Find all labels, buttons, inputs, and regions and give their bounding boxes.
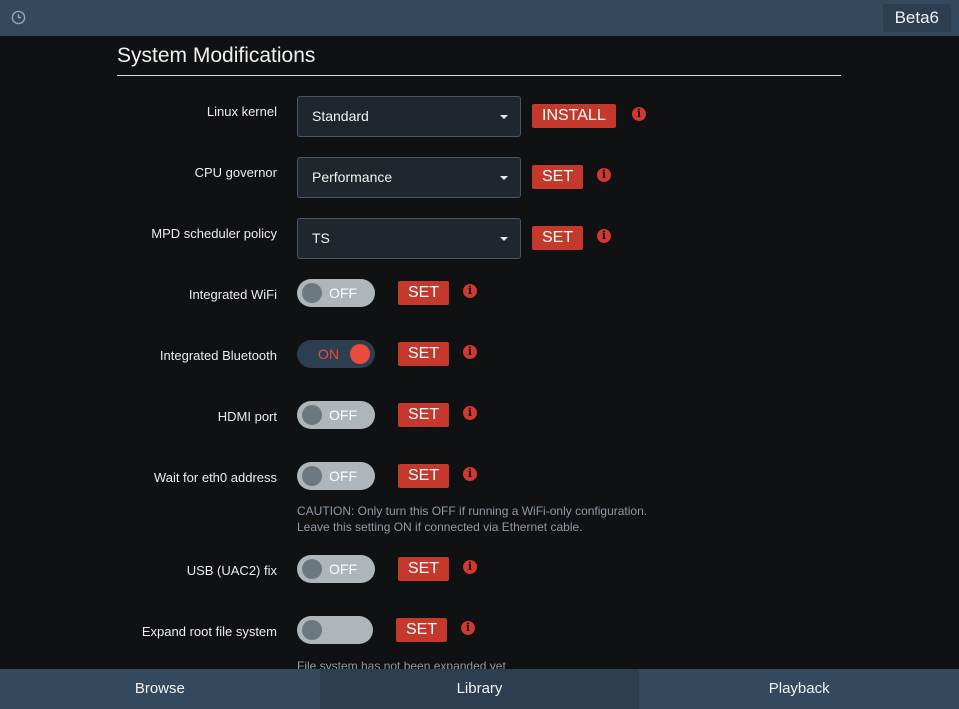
cpu-governor-value: Performance <box>312 169 393 185</box>
set-hdmi-button[interactable]: SET <box>398 403 450 427</box>
info-icon[interactable]: i <box>463 560 477 574</box>
usb-fix-toggle[interactable]: OFF <box>297 555 375 583</box>
toggle-state: OFF <box>329 407 357 423</box>
toggle-knob <box>302 466 322 486</box>
expand-fs-label: Expand root file system <box>141 624 277 639</box>
toggle-state: OFF <box>329 285 357 301</box>
bluetooth-label: Integrated Bluetooth <box>159 348 277 363</box>
toggle-state: OFF <box>329 561 357 577</box>
info-icon[interactable]: i <box>597 168 611 182</box>
clock-icon[interactable] <box>11 10 26 25</box>
eth0-caution-line1: CAUTION: Only turn this OFF if running a… <box>297 504 648 518</box>
info-icon[interactable]: i <box>463 345 477 359</box>
chevron-down-icon <box>500 237 508 241</box>
toggle-knob <box>350 344 370 364</box>
cpu-governor-select[interactable]: Performance <box>297 157 521 198</box>
eth0-label: Wait for eth0 address <box>153 470 277 485</box>
info-icon[interactable]: i <box>461 621 475 635</box>
usb-fix-label: USB (UAC2) fix <box>186 563 277 578</box>
set-cpu-governor-button[interactable]: SET <box>532 165 584 189</box>
mpd-scheduler-select[interactable]: TS <box>297 218 521 259</box>
linux-kernel-select[interactable]: Standard <box>297 96 521 137</box>
set-expand-fs-button[interactable]: SET <box>396 618 448 642</box>
toggle-state: ON <box>318 346 339 362</box>
info-icon[interactable]: i <box>463 467 477 481</box>
cpu-governor-label: CPU governor <box>194 165 277 180</box>
toggle-knob <box>302 620 322 640</box>
linux-kernel-label: Linux kernel <box>206 104 277 119</box>
wifi-toggle[interactable]: OFF <box>297 279 375 307</box>
tab-browse[interactable]: Browse <box>0 669 320 709</box>
chevron-down-icon <box>500 115 508 119</box>
expand-fs-toggle[interactable] <box>297 616 373 644</box>
linux-kernel-value: Standard <box>312 108 369 124</box>
bottom-nav: Browse Library Playback <box>0 669 959 709</box>
tab-library[interactable]: Library <box>319 669 640 709</box>
bluetooth-toggle[interactable]: ON <box>297 340 375 368</box>
set-bluetooth-button[interactable]: SET <box>398 342 450 366</box>
top-bar: Beta6 <box>0 0 959 36</box>
mpd-scheduler-value: TS <box>312 230 330 246</box>
expand-fs-note: File system has not been expanded yet <box>297 659 506 669</box>
info-icon[interactable]: i <box>632 107 646 121</box>
info-icon[interactable]: i <box>463 284 477 298</box>
hdmi-toggle[interactable]: OFF <box>297 401 375 429</box>
set-mpd-scheduler-button[interactable]: SET <box>532 226 584 250</box>
settings-panel: System Modifications Linux kernel Standa… <box>0 36 959 669</box>
mpd-scheduler-label: MPD scheduler policy <box>151 226 277 241</box>
set-usb-fix-button[interactable]: SET <box>398 557 450 581</box>
title-divider <box>117 75 841 76</box>
info-icon[interactable]: i <box>463 406 477 420</box>
toggle-knob <box>302 405 322 425</box>
set-wifi-button[interactable]: SET <box>398 281 450 305</box>
toggle-knob <box>302 283 322 303</box>
toggle-state: OFF <box>329 468 357 484</box>
hdmi-label: HDMI port <box>217 409 277 424</box>
tab-playback[interactable]: Playback <box>639 669 959 709</box>
info-icon[interactable]: i <box>597 229 611 243</box>
set-eth0-button[interactable]: SET <box>398 464 450 488</box>
eth0-toggle[interactable]: OFF <box>297 462 375 490</box>
eth0-caution-line2: Leave this setting ON if connected via E… <box>297 520 583 534</box>
version-badge[interactable]: Beta6 <box>882 4 951 32</box>
chevron-down-icon <box>500 176 508 180</box>
install-kernel-button[interactable]: INSTALL <box>532 104 616 128</box>
toggle-knob <box>302 559 322 579</box>
wifi-label: Integrated WiFi <box>188 287 277 302</box>
page-title: System Modifications <box>117 44 316 67</box>
